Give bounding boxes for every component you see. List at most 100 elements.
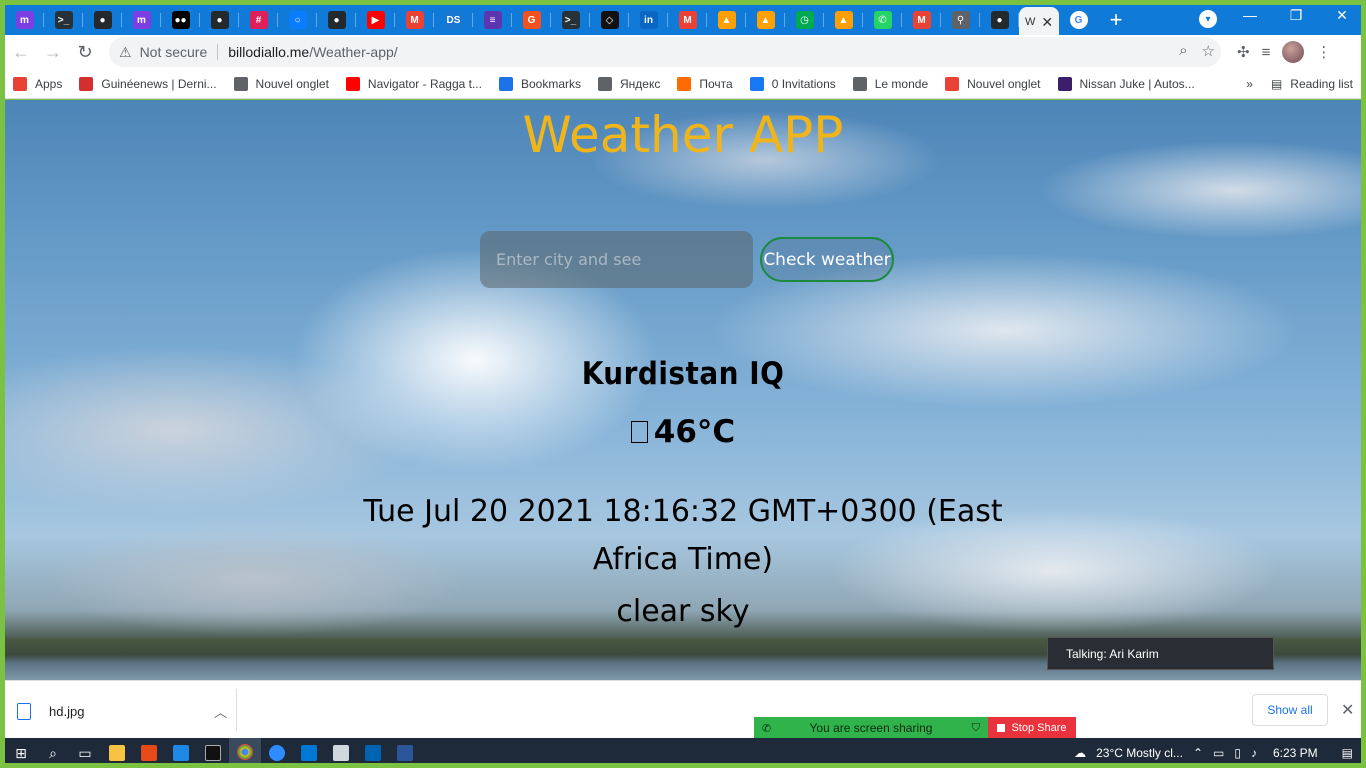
network-icon[interactable]: ▭ [1213, 746, 1224, 760]
bookmark-label: Почта [699, 76, 733, 91]
browser-tab[interactable]: M [395, 5, 434, 35]
multi-m-icon: m [132, 11, 151, 29]
stop-share-label: Stop Share [1011, 722, 1067, 734]
show-all-button[interactable]: Show all [1252, 694, 1328, 726]
browser-tab[interactable]: >_ [551, 5, 590, 35]
close-download-bar-icon[interactable]: ✕ [1341, 700, 1354, 720]
reload-button[interactable]: ↻ [69, 36, 101, 68]
photos-icon[interactable] [357, 738, 389, 768]
menu-icon[interactable]: ⋮ [1316, 43, 1331, 61]
weather-app-page: Weather APP Check weather Kurdistan IQ 4… [5, 100, 1361, 680]
zoom-app-icon[interactable] [261, 738, 293, 768]
search-icon[interactable]: ⌕ [37, 738, 69, 768]
phone-icon: ✆ [762, 722, 772, 735]
stop-share-button[interactable]: Stop Share [988, 717, 1076, 739]
zoom-icon[interactable]: ⌕ [1179, 42, 1187, 60]
notepad-icon[interactable] [325, 738, 357, 768]
browser-tab[interactable]: ● [317, 5, 356, 35]
file-icon [17, 702, 31, 720]
browser-tab[interactable]: m [122, 5, 161, 35]
bookmark-star-icon[interactable]: ☆ [1202, 42, 1215, 60]
bookmark-item[interactable]: Nouvel onglet [233, 76, 329, 91]
extensions-icon[interactable]: ✣ [1237, 43, 1250, 61]
bookmark-item[interactable]: Nissan Juke | Autos... [1057, 76, 1195, 91]
browser-tab[interactable]: G [1059, 5, 1098, 35]
bookmark-item[interactable]: Яндекс [598, 76, 660, 91]
screen-sharing-indicator[interactable]: ✆ You are screen sharing ⛉ [754, 717, 988, 739]
more-bookmarks-icon[interactable]: » [1246, 77, 1253, 91]
chevron-up-icon[interactable]: ︿ [214, 702, 227, 721]
chevron-up-icon[interactable]: ⌃ [1193, 746, 1203, 760]
browser-tab[interactable]: ▲ [824, 5, 863, 35]
media-control-icon[interactable]: ≡ [1262, 44, 1271, 61]
close-tab-icon[interactable]: ✕ [1041, 14, 1053, 31]
address-bar[interactable]: ⚠ Not secure billodiallo.me/Weather-app/… [109, 37, 1221, 67]
restore-button[interactable]: ❐ [1273, 0, 1319, 30]
back-button[interactable]: ← [5, 36, 37, 68]
browser-tab[interactable]: ● [83, 5, 122, 35]
browser-tab[interactable]: G [512, 5, 551, 35]
profile-avatar[interactable] [1282, 41, 1305, 63]
browser-tab[interactable]: ▲ [707, 5, 746, 35]
bookmark-label: Bookmarks [520, 76, 582, 91]
file-explorer-icon[interactable] [101, 738, 133, 768]
vscode-icon[interactable] [293, 738, 325, 768]
browser-tab[interactable]: ✆ [863, 5, 902, 35]
bookmark-item[interactable]: Le monde [852, 76, 928, 91]
windows-taskbar: ⊞ ⌕ ▭ ☁ 23°C Mostly cl... ⌃ ▭ ▯ ♪ 6:23 P… [5, 738, 1361, 768]
terminal-icon: >_ [561, 11, 580, 29]
chrome-icon[interactable] [229, 738, 261, 768]
reading-list-button[interactable]: Reading list [1290, 77, 1353, 91]
check-weather-button[interactable]: Check weather [760, 237, 894, 282]
terminal-icon[interactable] [197, 738, 229, 768]
word-icon[interactable] [389, 738, 421, 768]
bookmark-item[interactable]: Guinéenews | Derni... [79, 76, 217, 91]
browser-tab[interactable]: ●● [161, 5, 200, 35]
youtube-icon: ▶ [366, 11, 385, 29]
office-icon[interactable] [133, 738, 165, 768]
browser-tab[interactable]: M [902, 5, 941, 35]
volume-icon[interactable]: ♪ [1251, 746, 1257, 760]
bookmark-item[interactable]: 0 Invitations [749, 76, 836, 91]
start-icon[interactable]: ⊞ [5, 738, 37, 768]
grammarly-icon: G [522, 11, 541, 29]
task-view-icon[interactable]: ▭ [69, 738, 101, 768]
browser-tab[interactable]: # [239, 5, 278, 35]
browser-tab[interactable]: ≡ [473, 5, 512, 35]
bookmark-item[interactable]: Почта [677, 76, 733, 91]
shield-icon: ⛉ [971, 721, 980, 734]
minimize-button[interactable]: — [1227, 0, 1273, 30]
bookmark-item[interactable]: Nouvel onglet [945, 76, 1041, 91]
download-item[interactable]: hd.jpg ︿ [17, 693, 237, 729]
battery-icon[interactable]: ▯ [1234, 746, 1241, 760]
store-icon[interactable] [165, 738, 197, 768]
close-window-button[interactable]: ✕ [1319, 0, 1365, 30]
bookmark-item[interactable]: Navigator - Ragga t... [345, 76, 482, 91]
city-search-input[interactable] [480, 231, 753, 288]
browser-tab[interactable]: ◷ [785, 5, 824, 35]
browser-tab[interactable]: ▶ [356, 5, 395, 35]
terminal-icon: >_ [54, 11, 73, 29]
github-icon: ● [990, 11, 1009, 29]
browser-tab[interactable]: ⚲ [941, 5, 980, 35]
browser-tab[interactable]: DS [434, 5, 473, 35]
browser-tab[interactable]: M [668, 5, 707, 35]
browser-tab[interactable]: ● [980, 5, 1019, 35]
browser-tab[interactable]: ● [200, 5, 239, 35]
browser-tab[interactable]: ◇ [590, 5, 629, 35]
weather-widget[interactable]: 23°C Mostly cl... [1096, 746, 1183, 760]
bookmark-item[interactable]: Apps [13, 76, 62, 91]
browser-tab[interactable]: in [629, 5, 668, 35]
tab-search-icon[interactable]: ▾ [1199, 10, 1217, 28]
forward-button[interactable]: → [37, 36, 69, 68]
browser-tab[interactable]: ○ [278, 5, 317, 35]
browser-tab[interactable]: m [5, 5, 44, 35]
notifications-icon[interactable]: ▤ [1342, 746, 1353, 760]
browser-tab[interactable]: ▲ [746, 5, 785, 35]
active-browser-tab[interactable]: W ✕ [1019, 7, 1059, 37]
clock[interactable]: 6:23 PM [1273, 746, 1318, 760]
browser-tab[interactable]: >_ [44, 5, 83, 35]
browser-toolbar: ← → ↻ ⚠ Not secure billodiallo.me/Weathe… [5, 35, 1361, 69]
bookmark-item[interactable]: Bookmarks [498, 76, 582, 91]
new-tab-button[interactable]: + [1098, 5, 1134, 35]
